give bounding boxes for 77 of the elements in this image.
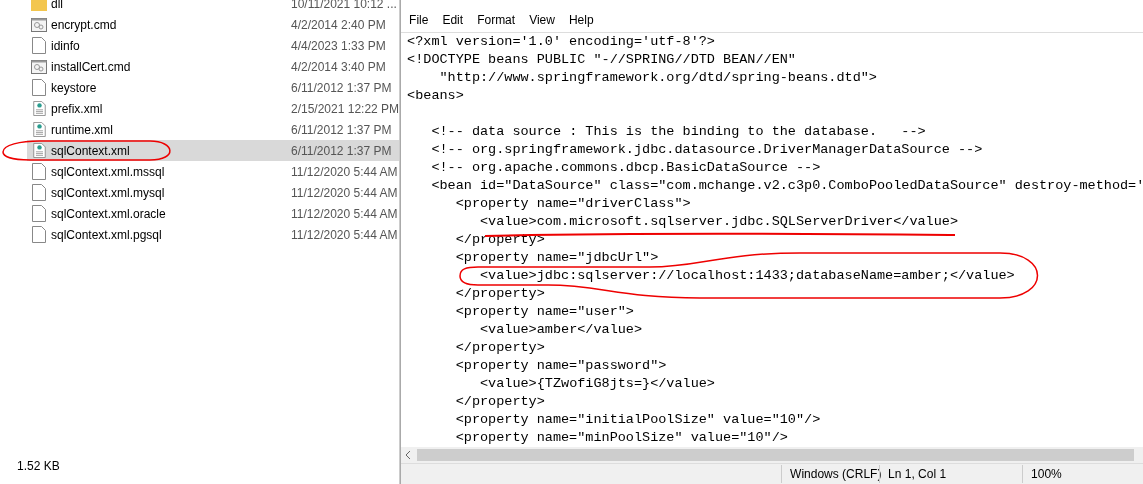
file-name: encrypt.cmd (51, 17, 117, 32)
file-row[interactable]: sqlContext.xml.mysql 11/12/2020 5:44 AM (27, 182, 400, 203)
code-line: <bean id="DataSource" class="com.mchange.v2.c3p0.ComboPooledDataSource" destroy-method=' (431, 179, 1143, 193)
file-name: sqlContext.xml.oracle (51, 206, 166, 221)
menu-item[interactable]: View (529, 11, 555, 29)
code-line: <!DOCTYPE beans PUBLIC "-//SPRING//DTD BEAN//EN" (407, 53, 796, 67)
code-line: "http://www.springframework.org/dtd/spring-beans.dtd"> (439, 71, 877, 85)
file-date: 4/2/2014 3:40 PM (291, 59, 386, 74)
code-line: <property name="password"> (455, 359, 667, 373)
status-text: Ln 1, Col 1 (879, 465, 1023, 483)
code-line: <property name="minPoolSize" value="10"/> (455, 431, 788, 445)
code-line: <value>amber</value> (480, 323, 643, 337)
code-line: </property> (455, 395, 545, 409)
file-row[interactable]: runtime.xml 6/11/2012 1:37 PM (27, 119, 400, 140)
horizontal-scrollbar[interactable] (401, 447, 1143, 463)
file-icon (32, 37, 46, 54)
file-row[interactable]: encrypt.cmd 4/2/2014 2:40 PM (27, 14, 400, 35)
code-line: <property name="driverClass"> (455, 197, 691, 211)
file-name: runtime.xml (51, 122, 113, 137)
status-text: 100% (1022, 465, 1062, 483)
file-row[interactable]: prefix.xml 2/15/2021 12:22 PM (27, 98, 400, 119)
code-line: <?xml version='1.0' encoding='utf-8'?> (407, 35, 715, 49)
code-line: <!-- data source : This is the binding to the database. --> (431, 125, 926, 139)
file-icon (32, 163, 46, 180)
code-line: <beans> (407, 89, 464, 103)
file-icon (32, 184, 46, 201)
file-date: 2/15/2021 12:22 PM (291, 101, 400, 116)
file-row[interactable]: keystore 6/11/2012 1:37 PM (27, 77, 400, 98)
file-date: 11/12/2020 5:44 AM (291, 185, 398, 200)
file-date: 4/2/2014 2:40 PM (291, 17, 386, 32)
menu-item[interactable]: Edit (442, 11, 464, 29)
file-row[interactable]: sqlContext.xml.pgsql 11/12/2020 5:44 AM (27, 224, 400, 245)
code-line: <value>{TZwofiG8jts=}</value> (480, 377, 715, 391)
file-date: 4/4/2023 1:33 PM (291, 38, 386, 53)
file-name: prefix.xml (51, 101, 103, 116)
file-name: sqlContext.xml (51, 143, 130, 158)
scroll-left-icon[interactable] (405, 451, 412, 459)
code-line: <value>com.microsoft.sqlserver.jdbc.SQLServerDriver</value> (480, 215, 958, 229)
gears-icon (31, 59, 47, 74)
file-icon (32, 205, 46, 222)
gears-icon (31, 17, 47, 32)
xml-file-icon (32, 122, 46, 137)
folder-icon (31, 0, 47, 11)
file-icon (32, 226, 46, 243)
code-line: </property> (455, 341, 545, 355)
file-date: 11/12/2020 5:44 AM (291, 164, 398, 179)
file-name: installCert.cmd (51, 59, 131, 74)
file-date: 11/12/2020 5:44 AM (291, 206, 398, 221)
status-text: 1.52 KB (17, 458, 60, 475)
menu-item[interactable]: File (409, 11, 429, 29)
code-line: <!-- org.springframework.jdbc.datasource.DriverManagerDataSource --> (431, 143, 983, 157)
menu-item[interactable]: Format (477, 11, 516, 29)
xml-file-icon (32, 143, 46, 158)
xml-file-icon (32, 101, 46, 116)
menu-item[interactable]: Help (568, 11, 594, 29)
file-name: sqlContext.xml.pgsql (51, 227, 162, 242)
file-row[interactable]: idinfo 4/4/2023 1:33 PM (27, 35, 400, 56)
code-line: <!-- org.apache.commons.dbcp.BasicDataSource --> (431, 161, 821, 175)
code-line: <value>jdbc:sqlserver://localhost:1433;databaseName=amber;</value> (480, 269, 1015, 283)
file-date: 11/12/2020 5:44 AM (291, 227, 398, 242)
file-row[interactable]: sqlContext.xml 6/11/2012 1:37 PM (27, 140, 400, 161)
code-line: </property> (455, 287, 545, 301)
file-date: 6/11/2012 1:37 PM (291, 122, 392, 137)
file-icon (32, 79, 46, 96)
file-row[interactable]: installCert.cmd 4/2/2014 3:40 PM (27, 56, 400, 77)
file-row[interactable]: sqlContext.xml.mssql 11/12/2020 5:44 AM (27, 161, 400, 182)
file-row[interactable]: sqlContext.xml.oracle 11/12/2020 5:44 AM (27, 203, 400, 224)
code-line: </property> (455, 233, 545, 247)
file-name: keystore (51, 80, 97, 95)
file-date: 6/11/2012 1:37 PM (291, 143, 392, 158)
file-name: sqlContext.xml.mysql (51, 185, 165, 200)
code-line: <property name="jdbcUrl"> (455, 251, 659, 265)
file-name: idinfo (51, 38, 80, 53)
code-line: <property name="initialPoolSize" value="10"/> (455, 413, 821, 427)
file-date: 6/11/2012 1:37 PM (291, 80, 392, 95)
code-line: <property name="user"> (455, 305, 634, 319)
file-name: sqlContext.xml.mssql (51, 164, 165, 179)
